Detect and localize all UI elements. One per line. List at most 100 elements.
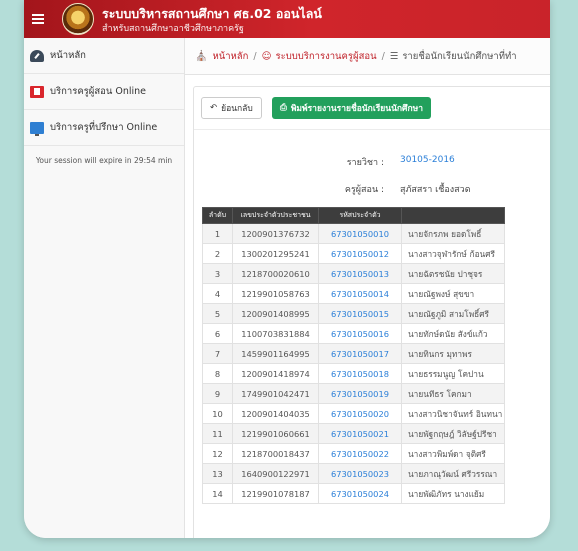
column-header-no: ลำดับ [202,207,233,224]
toolbar: ↶ ย้อนกลับ ⎙ พิมพ์รายงานรายชื่อนักเรียนน… [194,87,550,130]
app-subtitle: สำหรับสถานศึกษาอาชีวศึกษาภาครัฐ [102,24,244,34]
citizen-id: 1219901060661 [232,423,319,444]
subject-label: รายวิชา : [346,158,384,168]
student-name: นายจักรภพ ยอดโพธิ์ [401,223,505,244]
table-row: 4 1219901058763 67301050014 นายณัฐพงษ์ สุขข… [202,283,505,304]
table-row: 7 1459901164995 67301050017 นายทินกร มุทาพร [202,343,505,364]
student-id[interactable]: 67301050015 [318,303,402,324]
logo [62,3,94,35]
main-content: ⛪ หน้าหลัก / ☺ ระบบบริการงานครูผู้สอน / … [185,38,550,538]
row-number: 1 [202,223,233,244]
student-id[interactable]: 67301050024 [318,483,402,504]
breadcrumb-separator: / [253,50,257,62]
student-id[interactable]: 67301050013 [318,263,402,284]
student-id[interactable]: 67301050014 [318,283,402,304]
top-bar: ระบบบริหารสถานศึกษา ศธ.02 ออนไลน์ สำหรับ… [24,0,550,38]
sidebar-item-label: บริการครูผู้สอน Online [50,86,147,97]
home-icon: ⛪ [195,50,208,62]
back-button[interactable]: ↶ ย้อนกลับ [201,97,262,119]
student-name: นายทักษ์ดนัย สังข์แก้ว [401,323,505,344]
citizen-id: 1219901058763 [232,283,319,304]
student-name: นางสาวพิมพ์ดา จุติศรี [401,443,505,464]
sidebar-item-label: หน้าหลัก [50,50,86,61]
column-header-student-id: รหัสประจำตัว [318,207,402,224]
table-row: 12 1218700018437 67301050022 นางสาวพิมพ์ดา … [202,443,505,464]
row-number: 12 [202,443,233,464]
citizen-id: 1200901418974 [232,363,319,384]
student-id[interactable]: 67301050022 [318,443,402,464]
citizen-id: 1218700018437 [232,443,319,464]
session-timer: Your session will expire in 29:54 min [35,156,173,165]
row-number: 4 [202,283,233,304]
table-row: 8 1200901418974 67301050018 นายธรรมนูญ โคปา… [202,363,505,384]
column-header-citizen-id: เลขประจำตัวประชาชน [232,207,319,224]
row-number: 3 [202,263,233,284]
table-row: 14 1219901078187 67301050024 นายพัฒิภัทร นา… [202,483,505,504]
breadcrumb: ⛪ หน้าหลัก / ☺ ระบบบริการงานครูผู้สอน / … [185,38,550,75]
user-circle-icon: ☺ [261,50,272,62]
table-row: 11 1219901060661 67301050021 นายพัฐกฤษฎ์ วิ… [202,423,505,444]
row-number: 13 [202,463,233,484]
sidebar-item-label: บริการครูที่ปรึกษา Online [50,122,158,133]
dashboard-icon [30,49,44,62]
student-id[interactable]: 67301050021 [318,423,402,444]
student-name: นางสาวจุฬารักษ์ ก้อนศรี [401,243,505,264]
breadcrumb-service[interactable]: ระบบบริการงานครูผู้สอน [276,49,377,64]
app-window: ระบบบริหารสถานศึกษา ศธ.02 ออนไลน์ สำหรับ… [24,0,550,538]
student-name: นายธรรมนูญ โคปาน [401,363,505,384]
citizen-id: 1219901078187 [232,483,319,504]
hamburger-menu-icon[interactable] [32,12,44,26]
student-name: นายทินกร มุทาพร [401,343,505,364]
row-number: 11 [202,423,233,444]
student-id[interactable]: 67301050016 [318,323,402,344]
row-number: 14 [202,483,233,504]
breadcrumb-current: รายชื่อนักเรียนนักศึกษาที่ทำ [402,50,517,62]
table-row: 5 1200901408995 67301050015 นายณัฐภูมิ สามโ… [202,303,505,324]
student-name: นางสาวนิชาจันทร์ อินทนา [401,403,505,424]
student-id[interactable]: 67301050017 [318,343,402,364]
student-id[interactable]: 67301050018 [318,363,402,384]
teacher-label: ครูผู้สอน : [344,185,384,195]
student-name: นายฉัตรชนัย ปาชุจร [401,263,505,284]
student-name: นายพัฐกฤษฎ์ วิลัษฐ์ปรีชา [401,423,505,444]
teacher-icon [30,85,44,98]
table-row: 2 1300201295241 67301050012 นางสาวจุฬารักษ์… [202,243,505,264]
citizen-id: 1200901408995 [232,303,319,324]
student-name: นายพัฒิภัทร นางแย้ม [401,483,505,504]
sidebar-item-home[interactable]: หน้าหลัก [24,38,184,74]
student-id[interactable]: 67301050012 [318,243,402,264]
row-number: 9 [202,383,233,404]
list-icon: ☰ [389,50,399,62]
back-label: ย้อนกลับ [221,104,253,114]
student-list-card: ↶ ย้อนกลับ ⎙ พิมพ์รายงานรายชื่อนักเรียนน… [193,86,550,538]
citizen-id: 1200901404035 [232,403,319,424]
student-id[interactable]: 67301050023 [318,463,402,484]
row-number: 5 [202,303,233,324]
row-number: 2 [202,243,233,264]
citizen-id: 1200901376732 [232,223,319,244]
monitor-icon [30,121,44,136]
sidebar-item-teacher-service[interactable]: บริการครูผู้สอน Online [24,74,184,110]
table-row: 1 1200901376732 67301050010 นายจักรภพ ยอดโพ… [202,223,505,244]
citizen-id: 1640900122971 [232,463,319,484]
table-header-row: ลำดับ เลขประจำตัวประชาชน รหัสประจำตัว [202,207,505,224]
student-id[interactable]: 67301050020 [318,403,402,424]
citizen-id: 1218700020610 [232,263,319,284]
undo-icon: ↶ [210,103,218,113]
print-report-button[interactable]: ⎙ พิมพ์รายงานรายชื่อนักเรียนนักศึกษา [272,97,431,119]
subject-value: 30105-2016 [400,155,455,165]
student-id[interactable]: 67301050010 [318,223,402,244]
breadcrumb-separator: / [381,50,385,62]
table-row: 13 1640900122971 67301050023 นายภาณุวัฒน์ ศ… [202,463,505,484]
student-id[interactable]: 67301050019 [318,383,402,404]
sidebar-item-advisor-service[interactable]: บริการครูที่ปรึกษา Online [24,110,184,146]
citizen-id: 1100703831884 [232,323,319,344]
print-label: พิมพ์รายงานรายชื่อนักเรียนนักศึกษา [290,104,423,114]
student-name: นายณัฐพงษ์ สุขขา [401,283,505,304]
table-row: 6 1100703831884 67301050016 นายทักษ์ดนัย สั… [202,323,505,344]
citizen-id: 1459901164995 [232,343,319,364]
course-info: รายวิชา : 30105-2016 ครูผู้สอน : สุภัสสร… [194,129,550,209]
breadcrumb-home[interactable]: หน้าหลัก [212,49,248,64]
column-header-name [401,207,505,224]
teacher-value: สุภัสสรา เชื้องสวด [400,185,471,195]
